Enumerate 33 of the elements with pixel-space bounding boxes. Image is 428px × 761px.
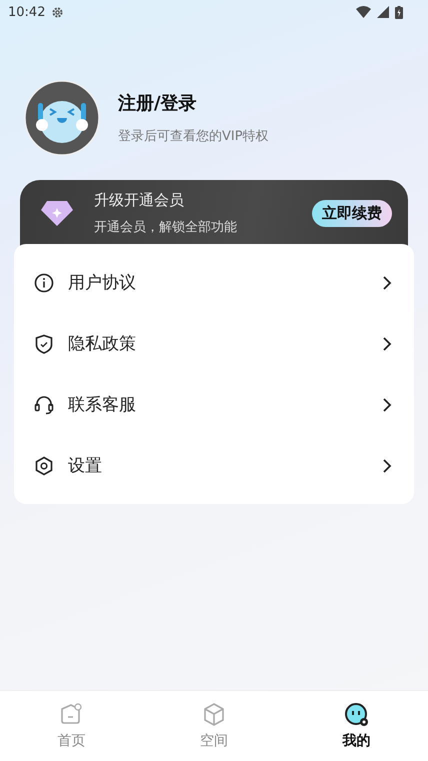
chevron-right-icon — [382, 458, 392, 474]
cube-icon — [201, 702, 227, 728]
info-icon — [34, 272, 54, 292]
menu-label: 用户协议 — [68, 272, 137, 294]
chevron-right-icon — [382, 274, 392, 290]
profile-title[interactable]: 注册/登录 — [118, 91, 269, 115]
wifi-icon — [356, 6, 371, 18]
profile-subtitle: 登录后可查看您的VIP特权 — [118, 128, 269, 145]
renew-button[interactable]: 立即续费 — [312, 200, 392, 226]
menu-item[interactable]: 设置 — [14, 435, 414, 496]
battery-icon — [395, 6, 403, 18]
chevron-right-icon — [382, 336, 392, 352]
menu-item[interactable]: 用户协议 — [14, 252, 414, 313]
settings-icon — [51, 6, 64, 18]
menu-item[interactable]: 隐私政策 — [14, 313, 414, 374]
shield-icon — [34, 334, 54, 354]
face-icon — [344, 702, 370, 728]
tab[interactable]: 首页 — [0, 691, 143, 761]
status-time: 10:42 — [8, 4, 46, 20]
chevron-right-icon — [382, 396, 392, 412]
vip-title: 升级开通会员 — [94, 190, 185, 210]
signal-icon — [377, 6, 389, 18]
menu-label: 设置 — [68, 455, 103, 477]
menu-item[interactable]: 联系客服 — [14, 374, 414, 435]
menu-label: 联系客服 — [68, 394, 137, 416]
diamond-icon — [40, 199, 74, 227]
vip-subtitle: 开通会员，解锁全部功能 — [94, 218, 238, 236]
headset-icon — [34, 394, 54, 414]
settings-icon — [34, 456, 54, 476]
avatar-icon — [24, 80, 100, 156]
menu-label: 隐私政策 — [68, 333, 137, 355]
tab[interactable]: 空间 — [142, 691, 286, 761]
tab[interactable]: 我的 — [285, 691, 428, 761]
